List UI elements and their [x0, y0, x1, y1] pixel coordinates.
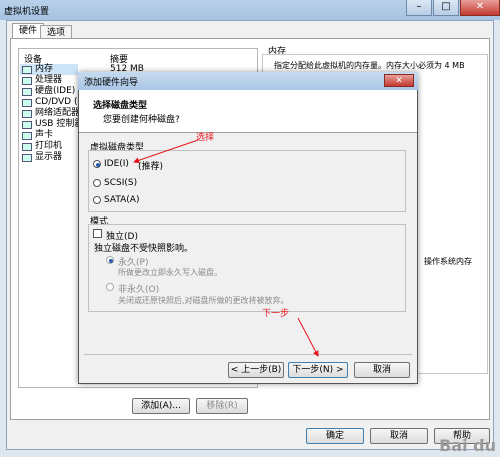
annotation-arrows: [133, 139, 319, 357]
baidu-watermark: Bai du: [439, 436, 496, 455]
arrow-to-next: [297, 317, 319, 357]
arrow-to-ide: [133, 139, 199, 164]
